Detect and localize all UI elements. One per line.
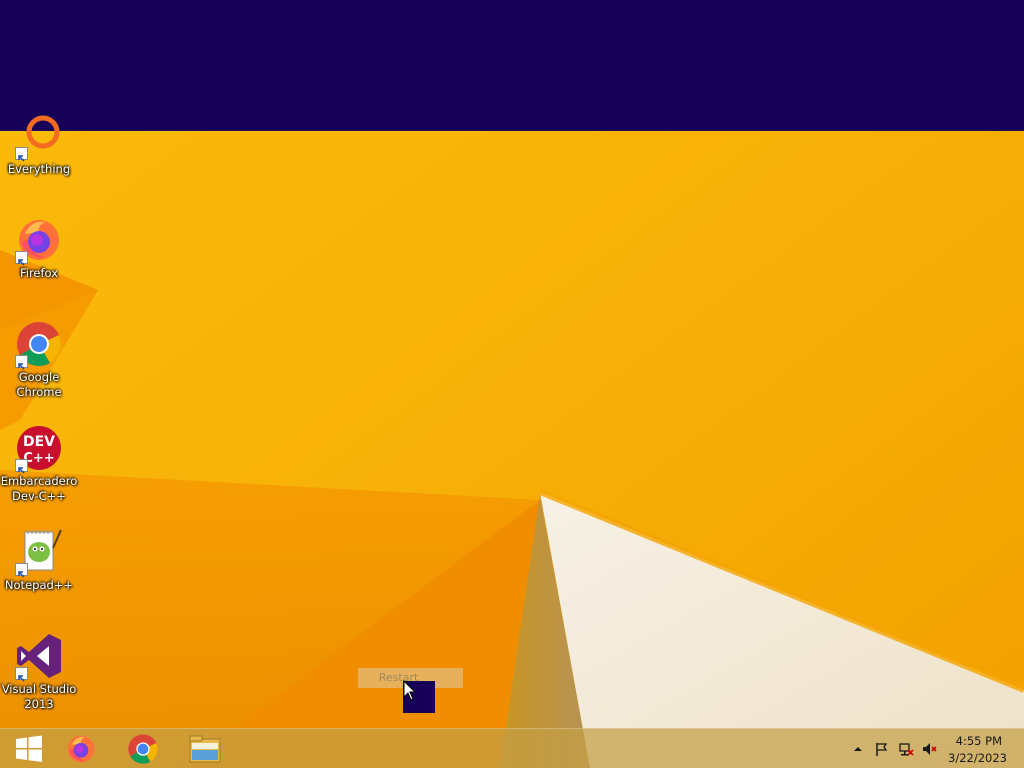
desktop-icon-everything[interactable]: Everything <box>0 112 78 177</box>
desktop-icon-dev-cpp[interactable]: DEV C++ Embarcadero Dev-C++ <box>0 424 78 504</box>
desktop-icon-notepad-plus-plus[interactable]: Notepad++ <box>0 528 78 593</box>
desktop-icon-label: Firefox <box>19 266 59 280</box>
firefox-icon <box>67 735 95 763</box>
windows-logo-icon <box>16 735 42 762</box>
desktop-screen: Everything Firefox Google Chrome DEV C++… <box>0 0 1024 768</box>
shortcut-arrow-icon <box>15 459 28 474</box>
volume-muted-icon[interactable] <box>922 741 938 757</box>
clock-time[interactable]: 4:55 PM <box>956 734 1002 748</box>
clock-date[interactable]: 3/22/2023 <box>948 751 1007 765</box>
desktop-icon-firefox[interactable]: Firefox <box>0 216 78 281</box>
shortcut-arrow-icon <box>15 667 28 682</box>
taskbar-firefox-button[interactable] <box>52 729 110 768</box>
chrome-icon <box>128 734 158 764</box>
desktop-icon-label: Visual Studio 2013 <box>1 682 77 711</box>
shortcut-arrow-icon <box>15 355 28 370</box>
network-icon[interactable] <box>898 741 914 757</box>
visual-studio-icon <box>15 632 63 682</box>
everything-icon <box>15 112 63 162</box>
shortcut-arrow-icon <box>15 251 28 266</box>
dev-badge-sub: C++ <box>23 451 54 466</box>
firefox-icon <box>15 216 63 266</box>
desktop-icon-label: Embarcadero Dev-C++ <box>0 474 78 503</box>
start-button[interactable] <box>0 729 58 768</box>
mouse-cursor-icon <box>403 680 417 701</box>
action-center-flag-icon[interactable] <box>874 741 890 757</box>
dev-badge-text: DEV <box>23 434 55 450</box>
folder-icon <box>189 735 221 763</box>
dev-cpp-icon: DEV C++ <box>15 424 63 474</box>
desktop-icon-label: Google Chrome <box>16 370 62 399</box>
desktop-icon-label: Everything <box>7 162 71 176</box>
top-overlay-banner <box>0 0 1024 131</box>
shortcut-arrow-icon <box>15 147 28 162</box>
desktop-icon-google-chrome[interactable]: Google Chrome <box>0 320 78 400</box>
shortcut-arrow-icon <box>15 563 28 578</box>
taskbar-file-explorer-button[interactable] <box>176 729 234 768</box>
notepad-plus-plus-icon <box>15 528 63 578</box>
desktop-icon-label: Notepad++ <box>4 578 74 592</box>
desktop-icon-visual-studio[interactable]: Visual Studio 2013 <box>0 632 78 712</box>
chrome-icon <box>15 320 63 370</box>
show-hidden-icons-chevron-up-icon[interactable] <box>850 741 866 757</box>
taskbar-chrome-button[interactable] <box>114 729 172 768</box>
taskbar: 4:55 PM 3/22/2023 <box>0 728 1024 768</box>
